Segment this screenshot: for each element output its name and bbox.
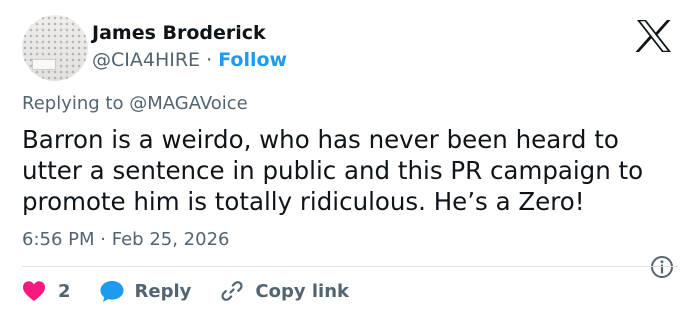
reply-context: Replying to @MAGAVoice — [22, 92, 248, 116]
link-icon — [221, 281, 243, 301]
handle-separator: · — [206, 49, 213, 71]
tweet-text: Barron is a weirdo, who has never been h… — [22, 124, 672, 217]
tweet-text-line: Barron is a weirdo, who has never been h… — [22, 125, 619, 154]
reply-mention[interactable]: @MAGAVoice — [129, 93, 248, 114]
tweet-date: Feb 25, 2026 — [111, 229, 230, 250]
action-bar: 2 Reply Copy link — [22, 276, 377, 306]
tweet-timestamp[interactable]: 6:56 PM · Feb 25, 2026 — [22, 228, 229, 252]
divider — [22, 266, 678, 267]
x-logo-icon[interactable] — [634, 18, 674, 54]
copy-link-button[interactable]: Copy link — [219, 279, 349, 303]
author-name[interactable]: James Broderick — [92, 20, 266, 46]
like-button[interactable]: 2 — [22, 280, 71, 302]
info-icon[interactable] — [650, 255, 674, 279]
avatar-pegboard — [22, 15, 88, 81]
like-count: 2 — [58, 280, 71, 302]
tweet-time: 6:56 PM — [22, 229, 95, 250]
tweet-text-line: promote him is totally ridiculous. He’s … — [22, 187, 585, 216]
reply-button[interactable]: Reply — [99, 279, 192, 303]
heart-icon — [23, 281, 45, 301]
timestamp-separator: · — [100, 229, 106, 250]
avatar-shelf — [32, 59, 56, 70]
replying-prefix: Replying to — [22, 93, 124, 114]
author-handle[interactable]: @CIA4HIRE — [92, 49, 200, 71]
author-handle-line: @CIA4HIRE · Follow — [92, 47, 287, 73]
follow-button[interactable]: Follow — [218, 49, 287, 71]
tweet-text-line: utter a sentence in public and this PR c… — [22, 156, 644, 185]
copy-link-label: Copy link — [255, 280, 349, 302]
reply-bubble-icon — [100, 281, 124, 302]
reply-label: Reply — [134, 280, 192, 302]
avatar[interactable] — [22, 15, 88, 81]
